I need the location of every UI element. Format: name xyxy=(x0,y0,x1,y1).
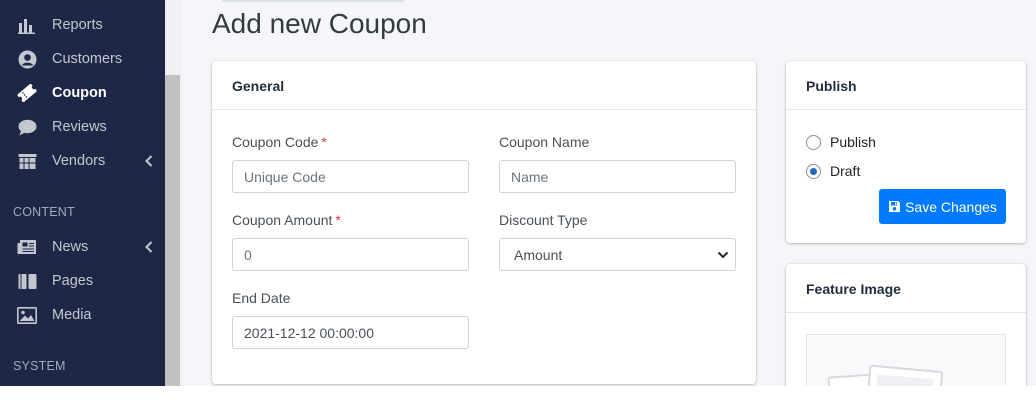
sidebar-item-media[interactable]: Media xyxy=(0,300,165,330)
divider xyxy=(222,0,404,2)
discount-type-select[interactable]: Amount xyxy=(499,238,736,271)
sidebar-item-coupon[interactable]: Coupon xyxy=(0,78,165,108)
chevron-down-icon xyxy=(717,251,729,259)
newspaper-icon xyxy=(17,238,37,256)
radio-label: Publish xyxy=(830,134,876,150)
card-header: Publish xyxy=(786,61,1026,110)
sidebar-item-label: Vendors xyxy=(52,153,106,169)
discount-type-value: Amount xyxy=(514,247,563,263)
save-changes-label: Save Changes xyxy=(905,198,997,215)
card-title: General xyxy=(232,78,285,94)
save-changes-button[interactable]: Save Changes xyxy=(879,189,1006,224)
feature-image-dropzone[interactable] xyxy=(806,334,1006,386)
coupon-amount-label: Coupon Amount * xyxy=(232,212,341,228)
end-date-label: End Date xyxy=(232,290,291,306)
sidebar: Reports Customers Coupon Reviews Vendors… xyxy=(0,0,165,386)
main-content: Add new Coupon General Coupon Code* Coup… xyxy=(182,0,1036,386)
coupon-code-label-text: Coupon Code xyxy=(232,134,319,150)
coupon-code-label: Coupon Code * xyxy=(232,134,327,150)
sidebar-item-label: Reviews xyxy=(52,119,107,135)
store-icon xyxy=(17,152,37,170)
draft-radio-option[interactable]: Draft xyxy=(806,163,860,179)
discount-type-label: Discount Type xyxy=(499,212,588,228)
radio-label: Draft xyxy=(830,163,861,179)
general-card: General Coupon Code* Coupon Name Coupon … xyxy=(212,61,756,384)
coupon-name-input[interactable] xyxy=(499,160,736,193)
publish-card: Publish Publish Draft Save Changes xyxy=(786,61,1026,243)
end-date-input[interactable] xyxy=(232,316,469,349)
card-title: Publish xyxy=(806,78,857,94)
card-header: General xyxy=(212,61,756,110)
page-title: Add new Coupon xyxy=(212,8,427,39)
image-placeholder-icon xyxy=(827,364,944,386)
sidebar-section-header-content: CONTENT xyxy=(13,205,75,219)
publish-radio[interactable] xyxy=(806,134,821,150)
sidebar-item-label: Pages xyxy=(52,273,94,289)
chevron-left-icon xyxy=(145,241,153,253)
sidebar-item-news[interactable]: News xyxy=(0,232,165,262)
user-circle-icon xyxy=(17,50,37,68)
card-title: Feature Image xyxy=(806,281,901,297)
coupon-code-input[interactable] xyxy=(232,160,469,193)
comment-icon xyxy=(17,118,37,136)
card-header: Feature Image xyxy=(786,264,1026,313)
book-icon xyxy=(17,272,37,290)
sidebar-item-reviews[interactable]: Reviews xyxy=(0,112,165,142)
sidebar-item-reports[interactable]: Reports xyxy=(0,10,165,40)
sidebar-item-label: News xyxy=(52,239,89,255)
required-mark: * xyxy=(335,212,341,228)
chevron-left-icon xyxy=(145,155,153,167)
save-icon xyxy=(889,201,901,212)
sidebar-scrollbar[interactable] xyxy=(165,75,180,386)
feature-image-card: Feature Image xyxy=(786,264,1026,386)
sidebar-item-vendors[interactable]: Vendors xyxy=(0,146,165,176)
sidebar-item-customers[interactable]: Customers xyxy=(0,44,165,74)
image-icon xyxy=(17,306,37,324)
bar-chart-icon xyxy=(17,16,37,34)
sidebar-item-pages[interactable]: Pages xyxy=(0,266,165,296)
sidebar-section-header-system: SYSTEM xyxy=(13,359,66,373)
coupon-name-label: Coupon Name xyxy=(499,134,590,150)
ticket-icon xyxy=(17,84,37,102)
sidebar-item-label: Customers xyxy=(52,51,123,67)
draft-radio[interactable] xyxy=(806,163,821,179)
publish-radio-option[interactable]: Publish xyxy=(806,134,876,150)
sidebar-item-label: Media xyxy=(52,307,92,323)
bottom-strip xyxy=(0,386,1036,400)
sidebar-item-label: Coupon xyxy=(52,85,107,101)
required-mark: * xyxy=(321,134,327,150)
coupon-amount-label-text: Coupon Amount xyxy=(232,212,333,228)
sidebar-item-label: Reports xyxy=(52,17,103,33)
coupon-amount-input[interactable] xyxy=(232,238,469,271)
